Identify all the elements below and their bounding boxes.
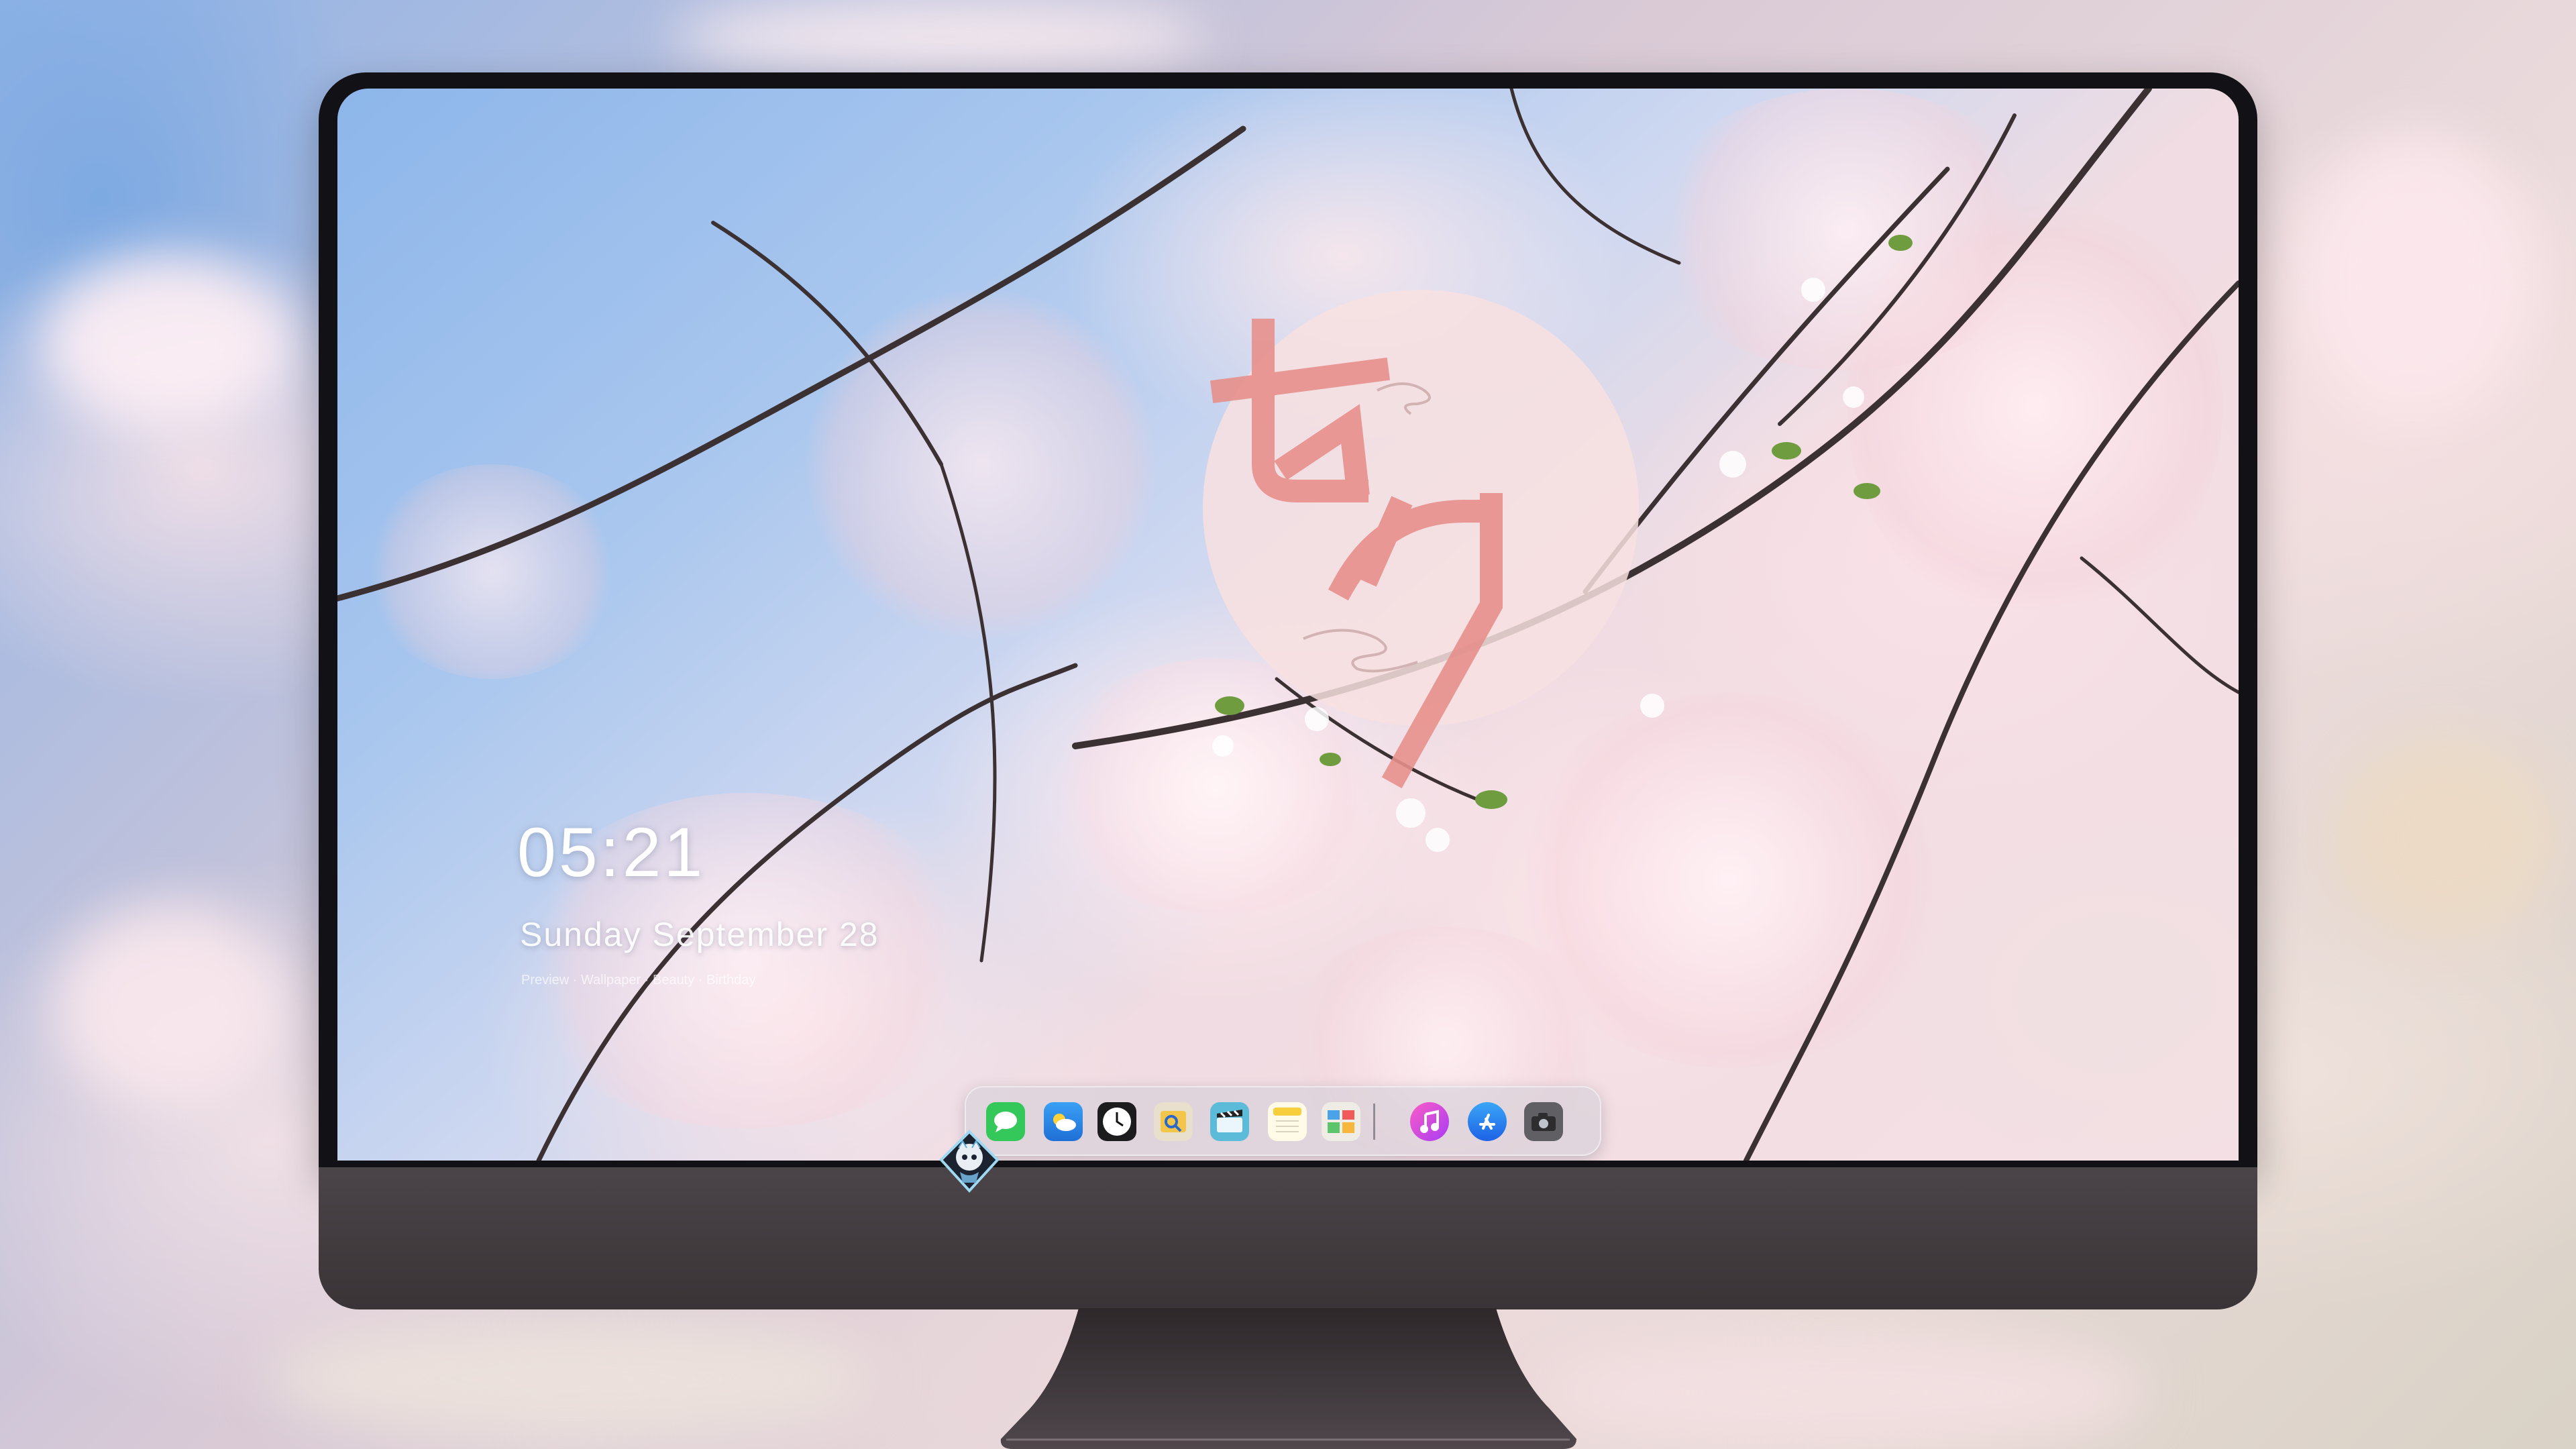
app-store-icon[interactable] (1468, 1102, 1507, 1141)
monitor-stand (1000, 1308, 1576, 1449)
camera-icon[interactable] (1524, 1102, 1563, 1141)
monitor-chin (319, 1167, 2257, 1309)
weather-icon[interactable] (1044, 1102, 1083, 1141)
monitor: 05:21 Sunday September 28 Preview · Wall… (319, 72, 2257, 1309)
dock (965, 1086, 1601, 1156)
wallpaper-caption: Preview · Wallpaper · Beauty · Birthday (521, 973, 756, 987)
dock-separator (1373, 1104, 1375, 1140)
qixi-calligraphy-icon (1210, 319, 1503, 789)
desktop-wallpaper: 05:21 Sunday September 28 Preview · Wall… (337, 89, 2239, 1161)
claquette-icon[interactable] (1210, 1102, 1249, 1141)
lock-screen-clock: 05:21 (517, 814, 706, 892)
photo-board-icon[interactable] (1322, 1102, 1360, 1141)
notes-icon[interactable] (1268, 1102, 1307, 1141)
lock-screen-date: Sunday September 28 (520, 916, 879, 953)
music-icon[interactable] (1410, 1102, 1449, 1141)
brand-logo-icon (939, 1130, 1000, 1193)
clock-icon[interactable] (1097, 1102, 1136, 1141)
preview-icon[interactable] (1154, 1102, 1193, 1141)
